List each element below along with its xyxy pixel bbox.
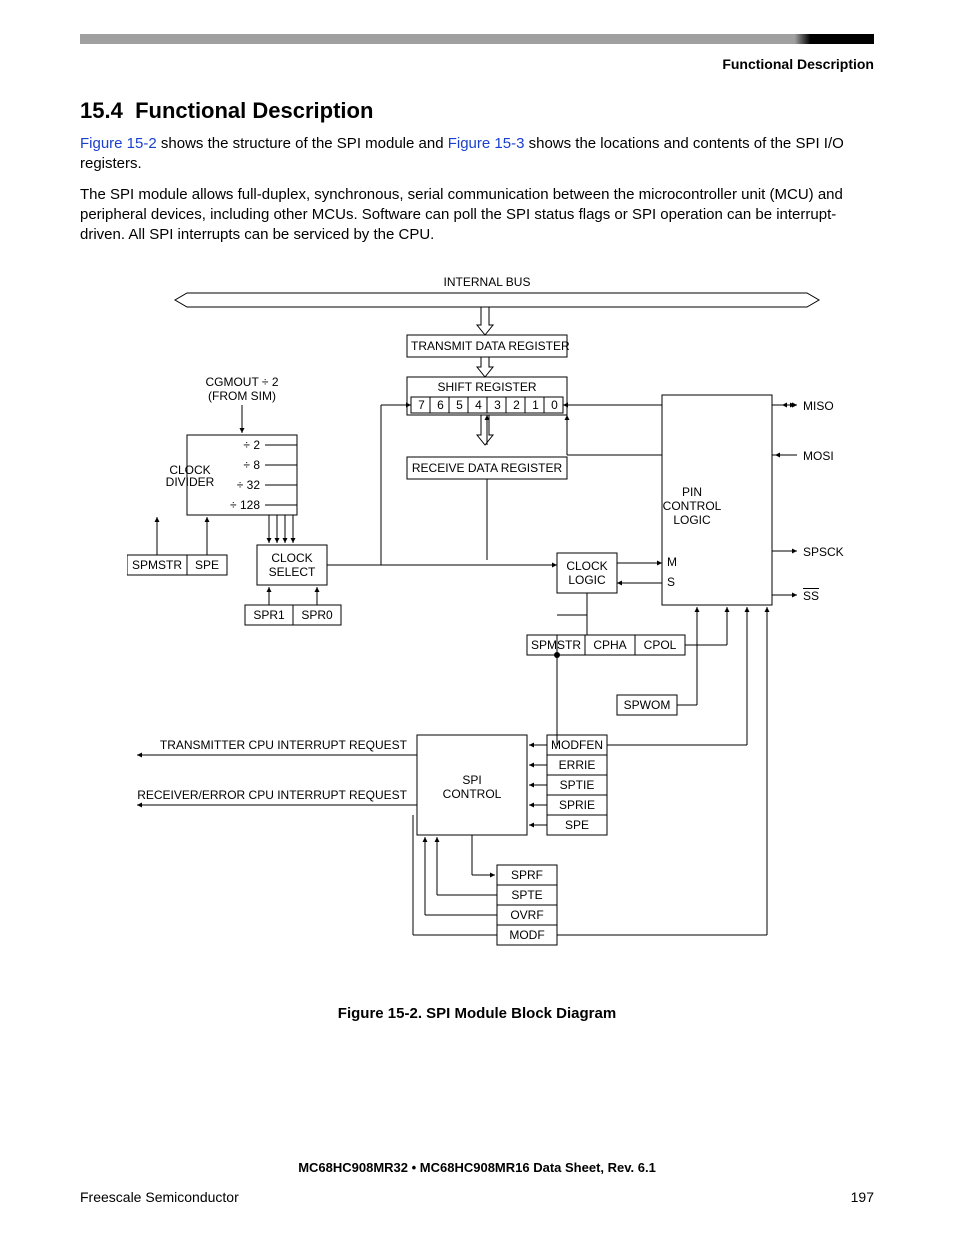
fromsim-label: (FROM SIM): [187, 389, 297, 403]
spmstr2: SPMSTR: [527, 638, 585, 652]
tx-reg-label: TRANSMIT DATA REGISTER: [411, 339, 563, 353]
section-title: Functional Description: [135, 98, 373, 123]
sptie: SPTIE: [547, 778, 607, 792]
figure-caption: Figure 15-2. SPI Module Block Diagram: [80, 1005, 874, 1022]
shift-reg-label: SHIFT REGISTER: [411, 380, 563, 394]
modfen: MODFEN: [547, 738, 607, 752]
errie: ERRIE: [547, 758, 607, 772]
section-heading: 15.4 Functional Description: [80, 98, 874, 124]
clocksel2: SELECT: [257, 565, 327, 579]
sprf: SPRF: [497, 868, 557, 882]
modf: MODF: [497, 928, 557, 942]
bit4: 4: [470, 398, 487, 412]
clocklogic2: LOGIC: [557, 573, 617, 587]
block-diagram: INTERNAL BUS TRANSMIT DATA REGISTER SHIF…: [127, 275, 827, 995]
div128: ÷ 128: [222, 498, 260, 512]
header-rule: [80, 34, 874, 44]
ovrf: OVRF: [497, 908, 557, 922]
pinctrl3: LOGIC: [662, 513, 722, 527]
footer-doc-title: MC68HC908MR32 • MC68HC908MR16 Data Sheet…: [80, 1160, 874, 1175]
bit0: 0: [546, 398, 563, 412]
footer-page-number: 197: [851, 1189, 874, 1205]
spr0: SPR0: [293, 608, 341, 622]
spsck: SPSCK: [803, 545, 844, 559]
clocklogic1: CLOCK: [557, 559, 617, 573]
cgmout-label: CGMOUT ÷ 2: [187, 375, 297, 389]
rx-reg-label: RECEIVE DATA REGISTER: [411, 461, 563, 475]
mosi: MOSI: [803, 449, 834, 463]
paragraph-1: Figure 15-2 shows the structure of the S…: [80, 134, 874, 175]
cpol: CPOL: [635, 638, 685, 652]
bit3: 3: [489, 398, 506, 412]
figure-link-15-3[interactable]: Figure 15-3: [448, 135, 525, 152]
rx-irq: RECEIVER/ERROR CPU INTERRUPT REQUEST: [127, 788, 407, 802]
para1-mid: shows the structure of the SPI module an…: [157, 135, 448, 152]
spr1: SPR1: [245, 608, 293, 622]
bit6: 6: [432, 398, 449, 412]
div8: ÷ 8: [222, 458, 260, 472]
section-number: 15.4: [80, 98, 123, 123]
header-label: Functional Description: [722, 56, 874, 72]
m-label: M: [667, 555, 677, 569]
s-label: S: [667, 575, 675, 589]
div32: ÷ 32: [222, 478, 260, 492]
bit7: 7: [413, 398, 430, 412]
paragraph-2: The SPI module allows full-duplex, synch…: [80, 185, 874, 246]
spte: SPTE: [497, 888, 557, 902]
sprie: SPRIE: [547, 798, 607, 812]
ss: SS: [803, 589, 819, 603]
miso: MISO: [803, 399, 834, 413]
tx-irq: TRANSMITTER CPU INTERRUPT REQUEST: [127, 738, 407, 752]
pinctrl1: PIN: [662, 485, 722, 499]
bit1: 1: [527, 398, 544, 412]
spictrl1: SPI: [417, 773, 527, 787]
footer-vendor: Freescale Semiconductor: [80, 1189, 239, 1205]
bus-label: INTERNAL BUS: [427, 275, 547, 289]
spwom: SPWOM: [617, 698, 677, 712]
figure-link-15-2[interactable]: Figure 15-2: [80, 135, 157, 152]
spictrl2: CONTROL: [417, 787, 527, 801]
bit2: 2: [508, 398, 525, 412]
clockdiv2: DIVIDER: [165, 475, 215, 489]
cpha: CPHA: [585, 638, 635, 652]
clocksel1: CLOCK: [257, 551, 327, 565]
spe: SPE: [187, 558, 227, 572]
spe2: SPE: [547, 818, 607, 832]
div2: ÷ 2: [222, 438, 260, 452]
bit5: 5: [451, 398, 468, 412]
spmstr: SPMSTR: [127, 558, 187, 572]
pinctrl2: CONTROL: [662, 499, 722, 513]
